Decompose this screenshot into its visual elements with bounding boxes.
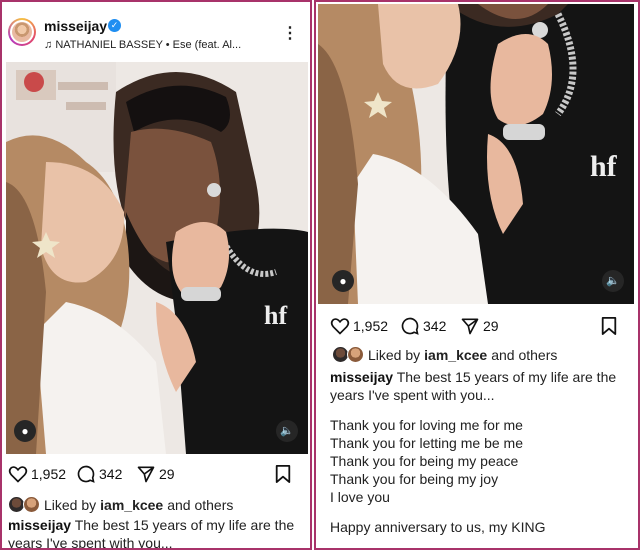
caption-line: Thank you for being my joy bbox=[330, 471, 499, 487]
share-button[interactable]: 29 bbox=[136, 464, 175, 484]
comment-count: 342 bbox=[99, 466, 123, 482]
caption-text: years I've spent with you... bbox=[330, 387, 495, 403]
comment-icon bbox=[77, 465, 95, 483]
post-card-left: misseijay ✓ ♫ NATHANIEL BASSEY • Ese (fe… bbox=[0, 0, 312, 550]
user-tag-icon[interactable]: ● bbox=[332, 270, 354, 292]
save-button[interactable] bbox=[274, 464, 292, 489]
avatar[interactable] bbox=[8, 18, 36, 46]
comment-button[interactable]: 342 bbox=[400, 316, 446, 336]
like-count: 1,952 bbox=[31, 466, 67, 482]
like-count: 1,952 bbox=[353, 318, 389, 334]
avatar bbox=[23, 496, 40, 513]
post-header: misseijay ✓ ♫ NATHANIEL BASSEY • Ese (fe… bbox=[2, 2, 310, 60]
liked-by-prefix: Liked by bbox=[44, 496, 97, 513]
action-bar: 1,952 342 29 bbox=[2, 460, 310, 488]
post-photo[interactable]: hf ● 🔈 bbox=[6, 62, 308, 454]
caption-text: The best 15 years of my life are the bbox=[396, 369, 617, 385]
liked-by-user[interactable]: iam_kcee bbox=[100, 497, 163, 513]
caption-text: The best 15 years of my life are the bbox=[74, 517, 295, 533]
speaker-icon[interactable]: 🔈 bbox=[602, 270, 624, 292]
speaker-icon[interactable]: 🔈 bbox=[276, 420, 298, 442]
share-icon bbox=[137, 466, 155, 483]
comment-count: 342 bbox=[423, 318, 447, 334]
svg-text:hf: hf bbox=[264, 301, 287, 330]
username[interactable]: misseijay bbox=[44, 18, 107, 34]
liked-by-prefix: Liked by bbox=[368, 346, 421, 363]
post-photo[interactable]: hf ● 🔈 bbox=[318, 4, 634, 304]
caption-closing: Happy anniversary to us, my KING bbox=[330, 519, 546, 535]
song-link[interactable]: ♫ NATHANIEL BASSEY • Ese (feat. Al... bbox=[44, 39, 241, 51]
avatar bbox=[347, 346, 364, 363]
action-bar: 1,952 342 29 bbox=[316, 312, 638, 340]
comment-button[interactable]: 342 bbox=[76, 464, 122, 484]
music-note-icon: ♫ bbox=[44, 39, 53, 51]
caption-line: Thank you for loving me for me bbox=[330, 417, 523, 433]
share-icon bbox=[461, 318, 479, 335]
verified-badge-icon: ✓ bbox=[108, 19, 121, 32]
like-button[interactable]: 1,952 bbox=[8, 464, 66, 484]
comment-icon bbox=[401, 317, 419, 335]
save-button[interactable] bbox=[600, 316, 618, 341]
more-options-icon[interactable]: ⋮ bbox=[282, 26, 298, 42]
caption-line: Thank you for letting me be me bbox=[330, 435, 523, 451]
liked-by[interactable]: Liked by iam_kcee and others bbox=[332, 346, 557, 363]
heart-icon bbox=[8, 466, 28, 483]
share-count: 29 bbox=[483, 318, 499, 334]
heart-icon bbox=[330, 318, 350, 335]
post-card-right: hf ● 🔈 1,952 342 29 Liked by iam_kcee an… bbox=[314, 0, 640, 550]
caption-username[interactable]: misseijay bbox=[8, 517, 71, 533]
song-title: NATHANIEL BASSEY • Ese (feat. Al... bbox=[55, 39, 242, 51]
liked-by-suffix: and others bbox=[491, 346, 558, 363]
user-tag-icon[interactable]: ● bbox=[14, 420, 36, 442]
caption: misseijay The best 15 years of my life a… bbox=[8, 516, 306, 550]
share-count: 29 bbox=[159, 466, 175, 482]
caption-line: Thank you for being my peace bbox=[330, 453, 519, 469]
caption-line: I love you bbox=[330, 489, 390, 505]
caption: misseijay The best 15 years of my life a… bbox=[330, 368, 630, 536]
bookmark-icon bbox=[601, 317, 617, 335]
liked-by-user[interactable]: iam_kcee bbox=[424, 347, 487, 363]
svg-text:hf: hf bbox=[590, 150, 618, 183]
liked-by[interactable]: Liked by iam_kcee and others bbox=[8, 496, 233, 513]
caption-username[interactable]: misseijay bbox=[330, 369, 393, 385]
caption-text: years I've spent with you... bbox=[8, 535, 173, 550]
share-button[interactable]: 29 bbox=[460, 316, 499, 336]
like-button[interactable]: 1,952 bbox=[330, 316, 388, 336]
liked-by-suffix: and others bbox=[167, 496, 234, 513]
bookmark-icon bbox=[275, 465, 291, 483]
